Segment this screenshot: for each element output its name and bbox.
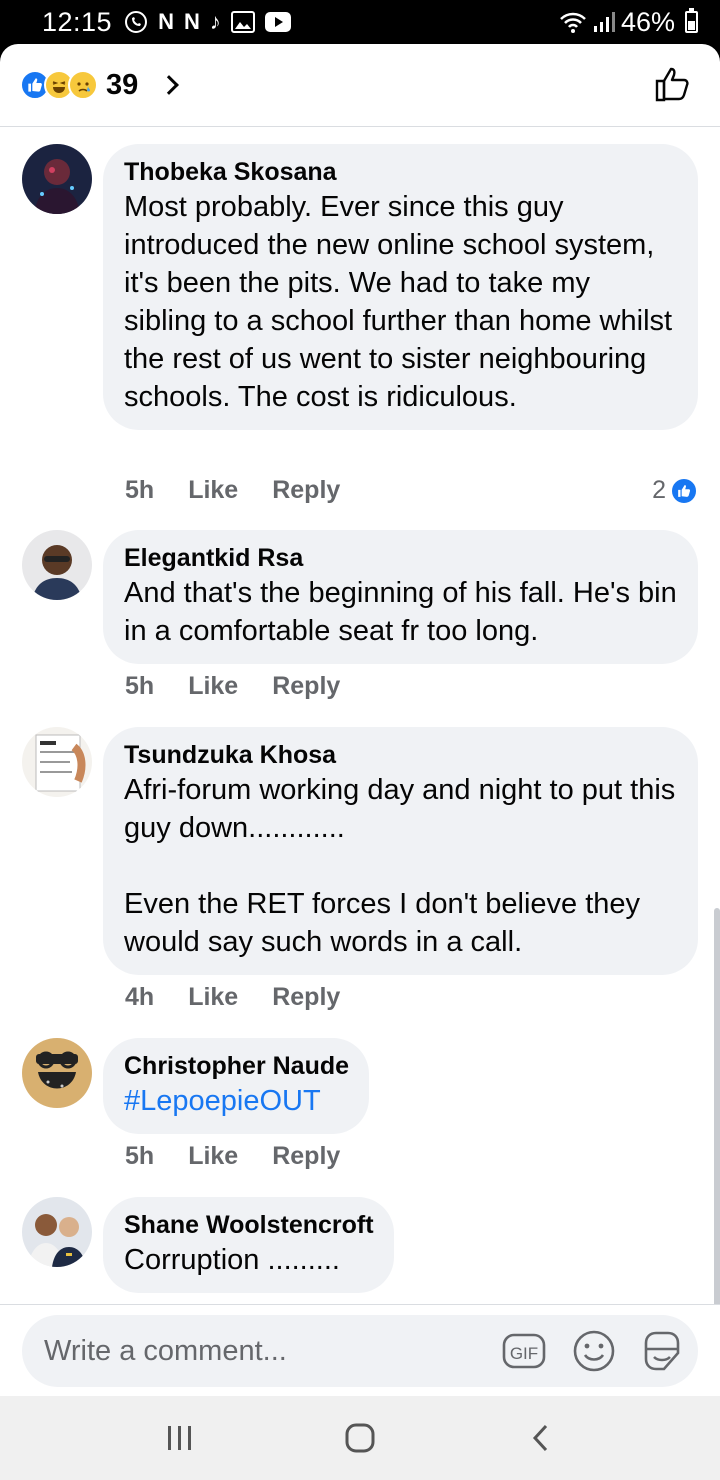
wifi-icon	[560, 12, 586, 33]
comment-time: 5h	[125, 1142, 155, 1170]
comment-like-count: 2	[652, 476, 666, 504]
hashtag-link[interactable]: #LepoepieOUT	[124, 1082, 349, 1120]
comment-text: And that's the beginning of his fall. He…	[124, 577, 685, 647]
comment-actions: 5h Like Reply	[125, 476, 340, 505]
comment-text: Afri-forum working day and night to put …	[124, 774, 676, 958]
reply-button[interactable]: Reply	[272, 983, 340, 1012]
gif-button[interactable]: GIF	[502, 1329, 546, 1373]
comment-author[interactable]: Elegantkid Rsa	[124, 542, 678, 574]
scrollbar[interactable]	[714, 908, 720, 1304]
comment-bubble[interactable]: Christopher Naude #LepoepieOUT	[103, 1038, 370, 1134]
sad-reaction-icon	[68, 70, 98, 100]
avatar[interactable]	[22, 144, 92, 214]
comment-actions: 4h Like Reply	[125, 983, 340, 1012]
like-button[interactable]: Like	[188, 672, 238, 701]
comment-bubble[interactable]: Tsundzuka Khosa Afri-forum working day a…	[103, 727, 698, 975]
avatar[interactable]	[22, 530, 92, 600]
reaction-count: 39	[106, 68, 139, 101]
status-bar: 12:15 N N ♪ 46%	[0, 0, 720, 44]
signal-icon	[593, 12, 615, 32]
avatar[interactable]	[22, 727, 92, 797]
comment-item: Shane Woolstencroft Corruption .........	[22, 1197, 698, 1304]
battery-percent: 46%	[620, 6, 675, 37]
emoji-icon[interactable]	[572, 1329, 616, 1373]
gif-label: GIF	[510, 1344, 538, 1363]
comment-item: Thobeka Skosana Most probably. Ever sinc…	[22, 144, 698, 524]
avatar[interactable]	[22, 1038, 92, 1108]
comment-time: 5h	[125, 672, 155, 700]
netflix-icon: N	[183, 9, 200, 34]
reply-button[interactable]: Reply	[272, 476, 340, 505]
recent-apps-icon	[168, 1426, 191, 1450]
like-post-button[interactable]	[654, 64, 694, 104]
reactions-header[interactable]: 39	[0, 44, 720, 127]
comment-item: Elegantkid Rsa And that's the beginning …	[22, 530, 698, 710]
youtube-icon	[264, 12, 291, 32]
comment-bubble[interactable]: Thobeka Skosana Most probably. Ever sinc…	[103, 144, 698, 430]
like-button[interactable]: Like	[188, 476, 238, 505]
reply-button[interactable]: Reply	[272, 672, 340, 701]
system-nav-bar	[0, 1396, 720, 1480]
comment-input[interactable]	[44, 1334, 444, 1368]
chevron-right-icon	[159, 75, 180, 95]
comment-time: 4h	[125, 983, 155, 1011]
comment-author[interactable]: Shane Woolstencroft	[124, 1209, 374, 1241]
recent-apps-button[interactable]	[150, 1408, 210, 1468]
like-button[interactable]: Like	[188, 983, 238, 1012]
tiktok-icon: ♪	[209, 9, 221, 34]
comment-bubble[interactable]: Elegantkid Rsa And that's the beginning …	[103, 530, 698, 664]
comment-actions: 5h Like Reply	[125, 672, 340, 701]
status-time: 12:15	[42, 6, 113, 37]
reaction-icons	[20, 70, 98, 100]
netflix-icon: N	[158, 9, 174, 34]
back-icon	[532, 1424, 548, 1452]
avatar[interactable]	[22, 1197, 92, 1267]
home-icon	[345, 1423, 375, 1453]
comment-text: Corruption .........	[124, 1244, 340, 1276]
comments-list[interactable]: Thobeka Skosana Most probably. Ever sinc…	[0, 128, 720, 1304]
home-button[interactable]	[330, 1408, 390, 1468]
notification-icons: N N ♪	[124, 10, 291, 34]
like-button[interactable]: Like	[188, 1142, 238, 1171]
like-reaction-icon	[670, 476, 698, 505]
comment-author[interactable]: Christopher Naude	[124, 1050, 349, 1082]
comment-author[interactable]: Thobeka Skosana	[124, 156, 678, 188]
comment-item: Christopher Naude #LepoepieOUT 5h Like R…	[22, 1038, 698, 1188]
comment-item: Tsundzuka Khosa Afri-forum working day a…	[22, 727, 698, 1027]
comment-text: Most probably. Ever since this guy intro…	[124, 191, 681, 413]
back-button[interactable]	[510, 1408, 570, 1468]
reply-button[interactable]: Reply	[272, 1142, 340, 1171]
status-right: 46%	[559, 7, 698, 38]
comment-actions: 5h Like Reply	[125, 1142, 340, 1171]
comment-bubble[interactable]: Shane Woolstencroft Corruption .........	[103, 1197, 394, 1293]
sticker-icon[interactable]	[640, 1329, 684, 1373]
whatsapp-icon	[125, 11, 148, 33]
comment-time: 5h	[125, 476, 155, 504]
comment-likes[interactable]: 2	[652, 476, 698, 505]
comments-sheet: 39 Thobeka Skosana Most probably. Ever s…	[0, 44, 720, 1396]
battery-icon	[685, 8, 698, 33]
comment-composer: GIF	[0, 1304, 720, 1396]
composer-field[interactable]: GIF	[22, 1315, 698, 1387]
comment-author[interactable]: Tsundzuka Khosa	[124, 739, 678, 771]
gallery-icon	[230, 11, 255, 33]
